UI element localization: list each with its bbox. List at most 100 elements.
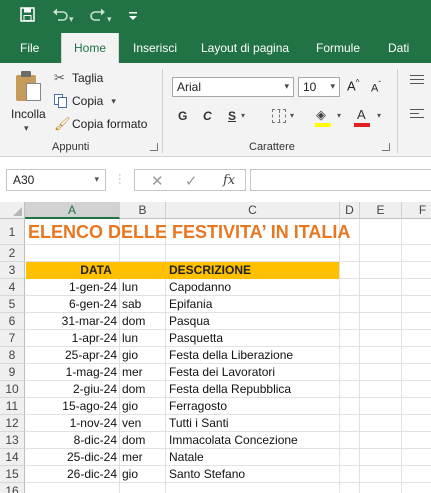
- description-cell[interactable]: Tutti i Santi: [169, 415, 229, 432]
- description-cell[interactable]: Capodanno: [169, 279, 231, 296]
- column-header-e[interactable]: E: [360, 202, 402, 219]
- tab-page-layout[interactable]: Layout di pagina: [201, 41, 289, 55]
- day-cell[interactable]: lun: [122, 279, 138, 296]
- fill-color-icon[interactable]: ◈: [316, 107, 326, 123]
- date-cell[interactable]: 1-apr-24: [26, 330, 117, 347]
- enter-icon[interactable]: ✓: [185, 172, 198, 190]
- font-name-select[interactable]: Arial ▾: [172, 77, 294, 97]
- cut-button[interactable]: ✂ Taglia: [54, 71, 103, 86]
- day-cell[interactable]: dom: [122, 313, 145, 330]
- date-cell[interactable]: 31-mar-24: [26, 313, 117, 330]
- copy-button[interactable]: Copia ▾: [54, 94, 116, 108]
- row-header[interactable]: 4: [0, 279, 25, 296]
- day-cell[interactable]: dom: [122, 381, 145, 398]
- font-color-button[interactable]: A: [357, 107, 366, 122]
- insert-function-button[interactable]: fx: [223, 173, 235, 188]
- day-cell[interactable]: gio: [122, 466, 138, 483]
- date-cell[interactable]: 25-dic-24: [26, 449, 117, 466]
- description-cell[interactable]: Festa della Liberazione: [169, 347, 293, 364]
- save-icon[interactable]: [20, 7, 35, 27]
- description-cell[interactable]: Immacolata Concezione: [169, 432, 298, 449]
- description-cell[interactable]: Pasquetta: [169, 330, 223, 347]
- clipboard-launcher-icon[interactable]: [150, 143, 158, 151]
- row-header[interactable]: 6: [0, 313, 25, 330]
- date-cell[interactable]: 2-giu-24: [26, 381, 117, 398]
- date-cell[interactable]: 15-ago-24: [26, 398, 117, 415]
- row-header[interactable]: 7: [0, 330, 25, 347]
- date-cell[interactable]: 1-mag-24: [26, 364, 117, 381]
- tab-file[interactable]: File: [20, 41, 39, 55]
- underline-dropdown-icon[interactable]: ▾: [241, 111, 245, 120]
- font-launcher-icon[interactable]: [382, 143, 390, 151]
- fill-color-dropdown-icon[interactable]: ▾: [337, 111, 341, 120]
- header-description[interactable]: DESCRIZIONE: [169, 262, 251, 279]
- description-cell[interactable]: Santo Stefano: [169, 466, 245, 483]
- date-cell[interactable]: 8-dic-24: [26, 432, 117, 449]
- tab-insert[interactable]: Inserisci: [133, 41, 177, 55]
- borders-dropdown-icon[interactable]: ▾: [290, 111, 294, 120]
- row-header[interactable]: 10: [0, 381, 25, 398]
- column-header-d[interactable]: D: [340, 202, 360, 219]
- row-header[interactable]: 12: [0, 415, 25, 432]
- day-cell[interactable]: lun: [122, 330, 138, 347]
- day-cell[interactable]: dom: [122, 432, 145, 449]
- italic-button[interactable]: C: [203, 109, 212, 123]
- tab-formulas[interactable]: Formule: [316, 41, 360, 55]
- row-header[interactable]: 11: [0, 398, 25, 415]
- tab-data[interactable]: Dati: [388, 41, 409, 55]
- day-cell[interactable]: mer: [122, 364, 143, 381]
- customize-toolbar-icon[interactable]: [128, 10, 138, 28]
- redo-icon[interactable]: [90, 7, 106, 26]
- date-cell[interactable]: 26-dic-24: [26, 466, 117, 483]
- description-cell[interactable]: Natale: [169, 449, 204, 466]
- align-left-icon[interactable]: [410, 109, 424, 121]
- row-header[interactable]: 8: [0, 347, 25, 364]
- spreadsheet-grid[interactable]: A B C D E F 1 2 3 4 5 6 7 8 9 10 11 12 1…: [0, 202, 431, 493]
- redo-dropdown-icon[interactable]: ▾: [107, 10, 112, 28]
- cancel-icon[interactable]: ✕: [151, 172, 164, 190]
- format-painter-button[interactable]: 🖌 Copia formato: [54, 117, 147, 132]
- row-header[interactable]: 15: [0, 466, 25, 483]
- day-cell[interactable]: ven: [122, 415, 141, 432]
- select-all-button[interactable]: [0, 202, 25, 219]
- align-top-icon[interactable]: [410, 75, 424, 87]
- row-header[interactable]: 14: [0, 449, 25, 466]
- name-box[interactable]: A30 ▾: [6, 169, 106, 191]
- day-cell[interactable]: sab: [122, 296, 141, 313]
- column-header-f[interactable]: F: [402, 202, 431, 219]
- borders-icon[interactable]: [272, 109, 286, 123]
- paste-button[interactable]: Incolla: [11, 107, 46, 121]
- description-cell[interactable]: Epifania: [169, 296, 212, 313]
- column-header-c[interactable]: C: [166, 202, 340, 219]
- tab-home[interactable]: Home: [61, 33, 120, 63]
- description-cell[interactable]: Festa dei Lavoratori: [169, 364, 275, 381]
- date-cell[interactable]: 25-apr-24: [26, 347, 117, 364]
- header-date[interactable]: DATA: [26, 262, 166, 279]
- sheet-title[interactable]: ELENCO DELLE FESTIVITA’ IN ITALIA: [28, 220, 350, 245]
- row-header[interactable]: 9: [0, 364, 25, 381]
- row-header[interactable]: 13: [0, 432, 25, 449]
- grow-font-button[interactable]: A^: [347, 78, 359, 93]
- description-cell[interactable]: Pasqua: [169, 313, 210, 330]
- font-color-dropdown-icon[interactable]: ▾: [377, 111, 381, 120]
- row-header[interactable]: 5: [0, 296, 25, 313]
- day-cell[interactable]: mer: [122, 449, 143, 466]
- paste-dropdown-icon[interactable]: ▾: [24, 123, 29, 134]
- date-cell[interactable]: 6-gen-24: [26, 296, 117, 313]
- row-header[interactable]: 3: [0, 262, 25, 279]
- day-cell[interactable]: gio: [122, 347, 138, 364]
- day-cell[interactable]: gio: [122, 398, 138, 415]
- formula-input[interactable]: [250, 169, 431, 191]
- bold-button[interactable]: G: [178, 109, 187, 123]
- description-cell[interactable]: Ferragosto: [169, 398, 227, 415]
- font-size-select[interactable]: 10 ▾: [298, 77, 340, 97]
- date-cell[interactable]: 1-nov-24: [26, 415, 117, 432]
- copy-dropdown-icon[interactable]: ▾: [111, 96, 116, 107]
- shrink-font-button[interactable]: Aˇ: [371, 80, 381, 95]
- column-header-a[interactable]: A: [25, 202, 120, 219]
- formula-bar-grip-icon[interactable]: · · ·: [118, 170, 122, 189]
- row-header[interactable]: 16: [0, 483, 25, 493]
- row-header[interactable]: 1: [0, 219, 25, 245]
- undo-icon[interactable]: [52, 7, 68, 26]
- column-header-b[interactable]: B: [120, 202, 166, 219]
